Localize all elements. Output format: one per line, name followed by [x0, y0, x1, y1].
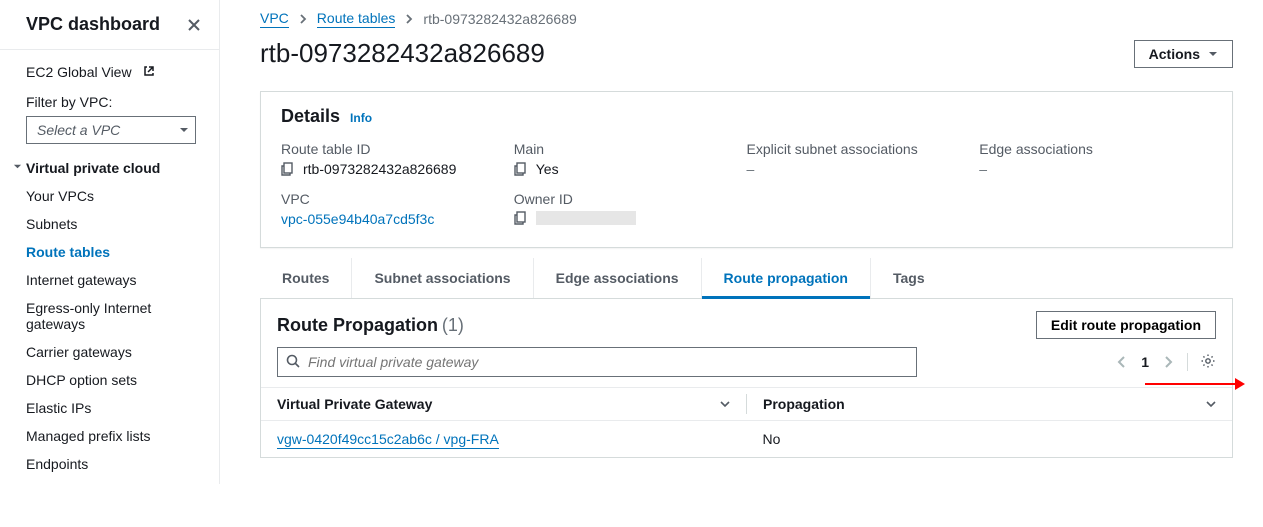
- pager-next-button[interactable]: [1163, 356, 1173, 368]
- sidebar-item-egress-gateways[interactable]: Egress-only Internet gateways: [26, 294, 209, 338]
- tab-edge-associations[interactable]: Edge associations: [534, 258, 702, 298]
- vpc-label: VPC: [281, 191, 514, 207]
- sidebar-item-route-tables[interactable]: Route tables: [26, 238, 209, 266]
- tab-subnet-associations[interactable]: Subnet associations: [352, 258, 533, 298]
- copy-icon[interactable]: [514, 211, 528, 225]
- breadcrumb-vpc[interactable]: VPC: [260, 10, 289, 28]
- caret-down-icon: [1208, 49, 1218, 59]
- tab-label: Tags: [893, 270, 925, 286]
- details-heading: Details: [281, 106, 340, 127]
- vpc-select-placeholder: Select a VPC: [37, 122, 120, 138]
- sidebar-item-internet-gateways[interactable]: Internet gateways: [26, 266, 209, 294]
- sort-icon: [720, 399, 730, 409]
- edge-assoc-value: –: [979, 161, 987, 177]
- sidebar-item-label: Your VPCs: [26, 188, 94, 204]
- column-header-vgw[interactable]: Virtual Private Gateway: [261, 388, 746, 420]
- sidebar-item-label: Endpoints: [26, 456, 88, 472]
- route-propagation-title: Route Propagation: [277, 315, 438, 335]
- sidebar-close-icon[interactable]: [187, 18, 201, 32]
- info-link[interactable]: Info: [350, 111, 372, 125]
- caret-down-icon: [13, 162, 26, 174]
- sidebar-item-endpoints[interactable]: Endpoints: [26, 450, 209, 478]
- main-value: Yes: [536, 161, 559, 177]
- search-input-wrap[interactable]: [277, 347, 917, 377]
- pager-prev-button[interactable]: [1117, 356, 1127, 368]
- propagation-value: No: [747, 421, 1233, 457]
- ec2-global-view-link[interactable]: EC2 Global View: [26, 64, 209, 80]
- main-label: Main: [514, 141, 747, 157]
- sidebar-item-your-vpcs[interactable]: Your VPCs: [26, 182, 209, 210]
- sidebar-item-dhcp[interactable]: DHCP option sets: [26, 366, 209, 394]
- sidebar-item-label: Egress-only Internet gateways: [26, 300, 151, 332]
- search-icon: [286, 354, 300, 371]
- sidebar-item-label: Elastic IPs: [26, 400, 91, 416]
- sidebar-item-prefix-lists[interactable]: Managed prefix lists: [26, 422, 209, 450]
- tab-route-propagation[interactable]: Route propagation: [702, 258, 871, 298]
- caret-down-icon: [179, 125, 189, 135]
- sidebar-title: VPC dashboard: [26, 14, 160, 35]
- owner-id-value: [536, 211, 636, 225]
- sidebar-group-label: Virtual private cloud: [26, 160, 160, 176]
- sidebar-item-carrier-gateways[interactable]: Carrier gateways: [26, 338, 209, 366]
- chevron-right-icon: [405, 14, 413, 24]
- sidebar-item-label: Subnets: [26, 216, 77, 232]
- chevron-right-icon: [299, 14, 307, 24]
- sort-icon: [1206, 399, 1216, 409]
- subnet-assoc-value: –: [747, 161, 755, 177]
- sidebar-item-elastic-ips[interactable]: Elastic IPs: [26, 394, 209, 422]
- sidebar-item-label: Route tables: [26, 244, 110, 260]
- sidebar-item-label: Internet gateways: [26, 272, 137, 288]
- subnet-assoc-label: Explicit subnet associations: [747, 141, 980, 157]
- breadcrumb-route-tables[interactable]: Route tables: [317, 10, 396, 28]
- breadcrumb: VPC Route tables rtb-0973282432a826689: [260, 10, 1233, 28]
- column-header-label: Virtual Private Gateway: [277, 396, 432, 412]
- ec2-link-label: EC2 Global View: [26, 64, 132, 80]
- breadcrumb-current: rtb-0973282432a826689: [423, 11, 576, 27]
- page-title: rtb-0973282432a826689: [260, 38, 545, 69]
- sidebar-group-vpc[interactable]: Virtual private cloud: [13, 160, 209, 176]
- filter-by-vpc-label: Filter by VPC:: [26, 94, 209, 110]
- vpc-select[interactable]: Select a VPC: [26, 116, 196, 144]
- tab-label: Route propagation: [724, 270, 848, 286]
- tab-label: Subnet associations: [374, 270, 510, 286]
- owner-id-label: Owner ID: [514, 191, 747, 207]
- sidebar-item-label: DHCP option sets: [26, 372, 137, 388]
- tab-label: Edge associations: [556, 270, 679, 286]
- route-table-id-label: Route table ID: [281, 141, 514, 157]
- actions-label: Actions: [1149, 46, 1200, 62]
- copy-icon[interactable]: [281, 162, 295, 176]
- actions-button[interactable]: Actions: [1134, 40, 1233, 68]
- vgw-link[interactable]: vgw-0420f49cc15c2ab6c / vpg-FRA: [277, 431, 499, 449]
- sidebar-item-label: Managed prefix lists: [26, 428, 151, 444]
- edit-route-propagation-button[interactable]: Edit route propagation: [1036, 311, 1216, 339]
- sidebar-item-label: Carrier gateways: [26, 344, 132, 360]
- route-propagation-count: (1): [442, 315, 464, 335]
- route-table-id-value: rtb-0973282432a826689: [303, 161, 456, 177]
- column-header-label: Propagation: [763, 396, 845, 412]
- vpc-link[interactable]: vpc-055e94b40a7cd5f3c: [281, 211, 434, 227]
- tab-tags[interactable]: Tags: [871, 258, 947, 298]
- search-input[interactable]: [308, 354, 908, 370]
- external-link-icon: [139, 64, 155, 80]
- tab-label: Routes: [282, 270, 329, 286]
- tab-routes[interactable]: Routes: [260, 258, 352, 298]
- settings-button[interactable]: [1187, 353, 1216, 371]
- copy-icon[interactable]: [514, 162, 528, 176]
- column-header-propagation[interactable]: Propagation: [747, 388, 1232, 420]
- pager-page-number: 1: [1141, 354, 1149, 370]
- sidebar-item-subnets[interactable]: Subnets: [26, 210, 209, 238]
- edge-assoc-label: Edge associations: [979, 141, 1212, 157]
- table-row: vgw-0420f49cc15c2ab6c / vpg-FRA No: [261, 421, 1232, 457]
